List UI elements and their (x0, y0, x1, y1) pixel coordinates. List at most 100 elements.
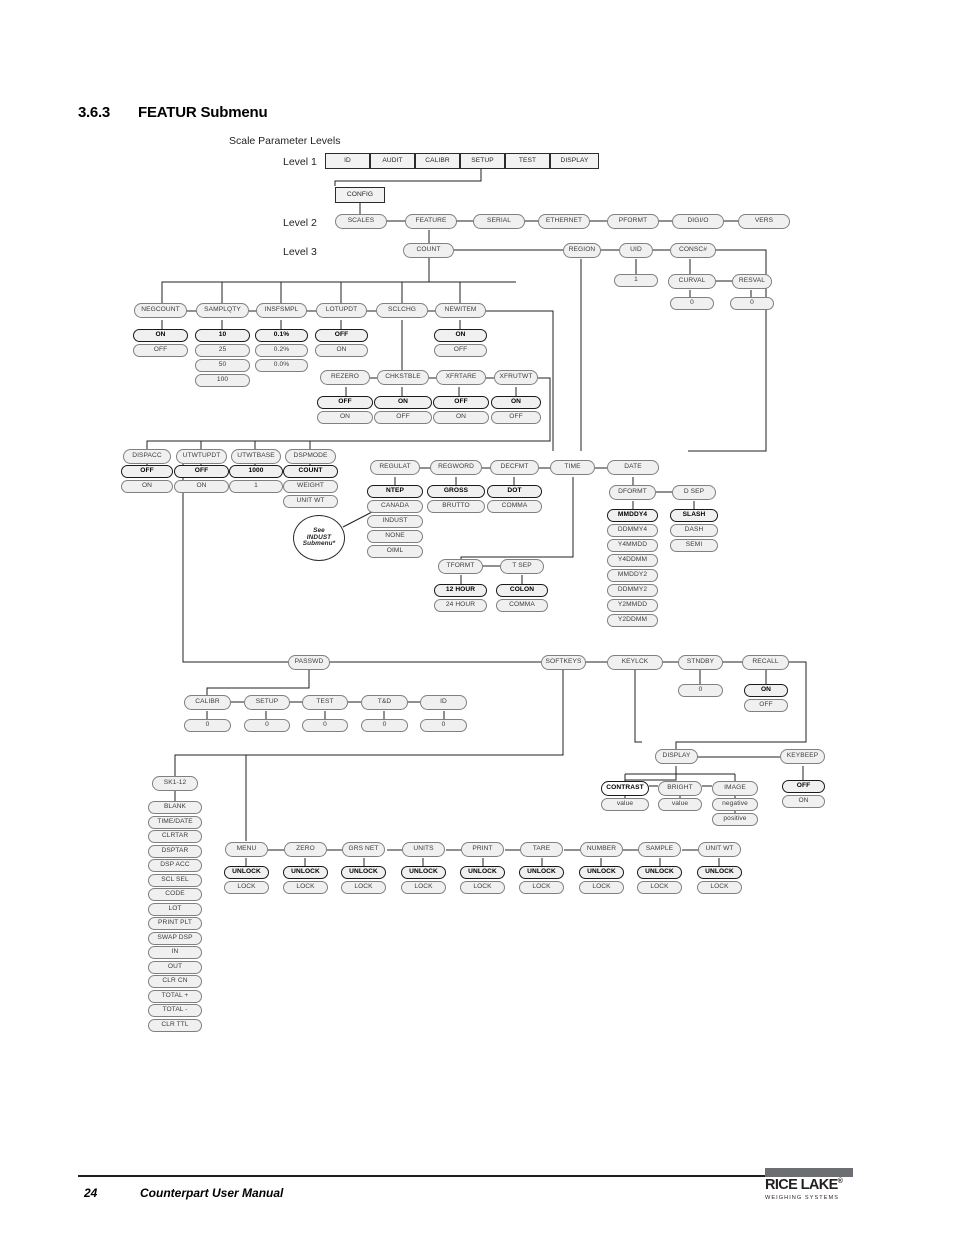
opt-grs-net-1: LOCK (341, 881, 386, 894)
sk-item-9: SWAP DSP (148, 931, 202, 945)
node-keybeep: KEYBEEP (780, 749, 825, 764)
opt-decfmt-1: COMMA (487, 500, 542, 513)
level1-audit: AUDIT (370, 153, 415, 169)
opt-negcount-0: ON (133, 329, 188, 342)
manual-page: 3.6.3 FEATUR Submenu Scale Parameter Lev… (0, 0, 954, 1235)
node-key-grs-net: GRS NET (342, 842, 385, 857)
opt-passwd-setup-0: 0 (244, 719, 290, 732)
level2-vers: VERS (738, 214, 790, 229)
opt-tformt-0: 12 HOUR (434, 584, 487, 597)
opt-t-sep-0: COLON (496, 584, 548, 597)
section-number: 3.6.3 (78, 104, 110, 121)
sk-item-3: DSPTAR (148, 844, 202, 858)
sk-item-10: IN (148, 946, 202, 959)
node-sk1-12: SK1-12 (152, 776, 198, 791)
level3-count: COUNT (403, 243, 454, 258)
node-xfrutwt: XFRUTWT (494, 370, 538, 385)
opt-number-1: LOCK (579, 881, 624, 894)
opt-regulat-4: OIML (367, 545, 423, 558)
node-passwd-test: TEST (302, 695, 348, 710)
opt-regword-0: GROSS (427, 485, 485, 498)
opt-utwtbase-1: 1 (229, 480, 283, 493)
level3-region: REGION (563, 243, 601, 258)
opt-dformt-1: DDMMY4 (607, 524, 658, 537)
node-key-units: UNITS (402, 842, 445, 857)
resval-value: 0 (730, 297, 774, 310)
node-utwtupdt: UTWTUPDT (176, 449, 227, 464)
opt-dformt-4: MMDDY2 (607, 569, 658, 582)
opt-grs-net-0: UNLOCK (341, 866, 386, 879)
node-key-number: NUMBER (580, 842, 623, 857)
opt-units-1: LOCK (401, 881, 446, 894)
opt-newitem-0: ON (434, 329, 487, 342)
opt-unit-wt-1: LOCK (697, 881, 742, 894)
opt-recall-0: ON (744, 684, 788, 697)
opt-xfrtare-0: OFF (433, 396, 489, 409)
node-passwd-calibr: CALIBR (184, 695, 231, 710)
level-1-label: Level 1 (283, 156, 317, 168)
node-key-sample: SAMPLE (638, 842, 681, 857)
opt-dspmode-0: COUNT (283, 465, 338, 478)
opt-number-0: UNLOCK (579, 866, 624, 879)
node-passwd-id: ID (420, 695, 467, 710)
node-dformt: DFORMT (609, 485, 656, 500)
opt-stndby-0: 0 (678, 684, 723, 697)
level-3-label: Level 3 (283, 246, 317, 258)
level-2-label: Level 2 (283, 217, 317, 229)
see-indust-submenu-note: See INDUST Submenu* (293, 515, 345, 561)
node-chkstble: CHKSTBLE (377, 370, 429, 385)
node-softkeys: SOFTKEYS (541, 655, 586, 670)
opt-dformt-6: Y2MMDD (607, 599, 658, 612)
rice-lake-logo: RICE LAKE® WEIGHING SYSTEMS (765, 1168, 853, 1206)
opt-chkstble-0: ON (374, 396, 432, 409)
node-dispacc: DISPACC (123, 449, 171, 464)
node-negcount: NEGCOUNT (134, 303, 187, 318)
opt-contrast-0: value (601, 798, 649, 811)
node-key-print: PRINT (461, 842, 504, 857)
config-node: CONFIG (335, 187, 385, 203)
node-image: IMAGE (712, 781, 758, 796)
opt-dspmode-2: UNIT WT (283, 495, 338, 508)
opt-recall-1: OFF (744, 699, 788, 712)
opt-image-0: negative (712, 798, 758, 811)
sk-item-5: SCL SEL (148, 873, 202, 887)
opt-regulat-2: INDUST (367, 515, 423, 528)
footer-divider (78, 1175, 852, 1177)
opt-regword-1: BRUTTO (427, 500, 485, 513)
node-sclchg: SCLCHG (376, 303, 428, 318)
node-insfsmpl: INSFSMPL (256, 303, 307, 318)
sk-item-2: CLRTAR (148, 830, 202, 843)
node-samplqty: SAMPLQTY (196, 303, 249, 318)
level1-calibr: CALIBR (415, 153, 460, 169)
sk-item-11: OUT (148, 960, 202, 974)
opt-rezero-1: ON (317, 411, 373, 424)
opt-sample-0: UNLOCK (637, 866, 682, 879)
opt-passwd-calibr-0: 0 (184, 719, 231, 732)
opt-xfrtare-1: ON (433, 411, 489, 424)
level2-ethernet: ETHERNET (538, 214, 590, 229)
level2-pformt: PFORMT (607, 214, 659, 229)
opt-d-sep-2: SEMI (670, 539, 718, 552)
node-contrast: CONTRAST (601, 781, 649, 796)
opt-image-1: positive (712, 813, 758, 826)
sk-item-8: PRINT PLT (148, 917, 202, 930)
opt-rezero-0: OFF (317, 396, 373, 409)
opt-newitem-1: OFF (434, 344, 487, 357)
opt-zero-0: UNLOCK (283, 866, 328, 879)
opt-insfsmpl-0: 0.1% (255, 329, 308, 342)
node-decfmt: DECFMT (490, 460, 539, 475)
opt-lotupdt-0: OFF (315, 329, 368, 342)
sk-item-12: CLR CN (148, 975, 202, 988)
node-passwd-setup: SETUP (244, 695, 290, 710)
opt-dispacc-0: OFF (121, 465, 173, 478)
opt-dformt-0: MMDDY4 (607, 509, 658, 522)
opt-unit-wt-0: UNLOCK (697, 866, 742, 879)
opt-passwd-test-0: 0 (302, 719, 348, 732)
opt-lotupdt-1: ON (315, 344, 368, 357)
node-passwd-t-d: T&D (361, 695, 408, 710)
opt-utwtbase-0: 1000 (229, 465, 283, 478)
opt-tare-0: UNLOCK (519, 866, 564, 879)
node-dspmode: DSPMODE (285, 449, 336, 464)
page-number: 24 (84, 1186, 98, 1200)
opt-dformt-2: Y4MMDD (607, 539, 658, 552)
